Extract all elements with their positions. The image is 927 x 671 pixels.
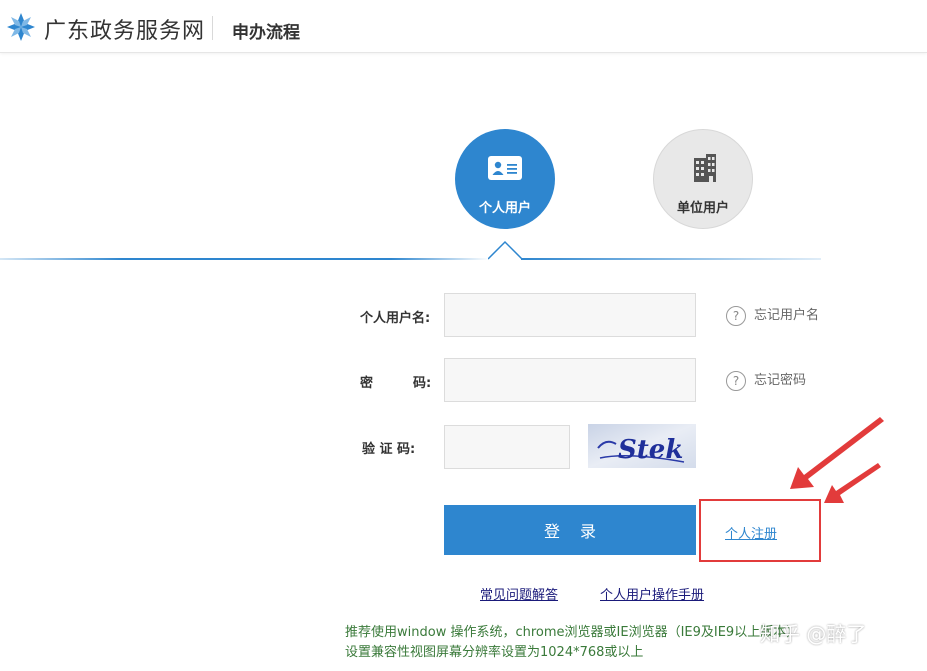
captcha-image[interactable]: Stek [588,424,696,468]
tab-underline-right [521,258,821,260]
forgot-username-link[interactable]: ? 忘记用户名 [726,304,819,326]
username-input[interactable] [444,293,696,337]
forgot-password-text: 忘记密码 [754,373,807,388]
captcha-input[interactable] [444,425,570,469]
tab-indicator-notch [488,240,522,260]
tab-personal-label: 个人用户 [478,201,531,216]
login-button[interactable]: 登录 [444,505,696,555]
header: 广东政务服务网 申办流程 [0,0,927,53]
captcha-label: 验 证 码: [362,442,416,457]
password-label: 密 码: [360,372,431,391]
captcha-text: Stek [618,435,683,465]
user-manual-link[interactable]: 个人用户操作手册 [600,584,704,603]
register-link[interactable]: 个人注册 [725,523,777,542]
watermark: 知乎 @醉了 [760,622,867,646]
tab-unit-user[interactable]: 单位用户 [653,129,753,229]
page-title: 申办流程 [232,23,300,43]
forgot-password-link[interactable]: ? 忘记密码 [726,369,806,391]
password-input[interactable] [444,358,696,402]
password-label-part2: 码: [413,376,432,391]
faq-link[interactable]: 常见问题解答 [480,584,558,603]
tab-personal-user[interactable]: 个人用户 [455,129,555,229]
question-circle-icon: ? [726,305,746,326]
site-name: 广东政务服务网 [44,19,206,44]
browser-tip-line1: 推荐使用window 操作系统，chrome浏览器或IE浏览器（IE9及IE9以… [345,625,800,640]
id-card-icon [488,156,522,180]
building-icon [694,154,716,182]
tab-underline [0,258,489,260]
question-circle-icon: ? [726,370,746,391]
browser-tip-line2: 设置兼容性视图屏幕分辨率设置为1024*768或以上 [345,645,644,660]
forgot-username-text: 忘记用户名 [754,308,820,323]
header-divider [212,16,213,40]
username-label: 个人用户名: [360,311,431,326]
red-arrow-icon [790,417,884,503]
tab-unit-label: 单位用户 [676,201,729,216]
logo-icon [7,13,35,41]
password-label-part1: 密 [360,376,374,391]
